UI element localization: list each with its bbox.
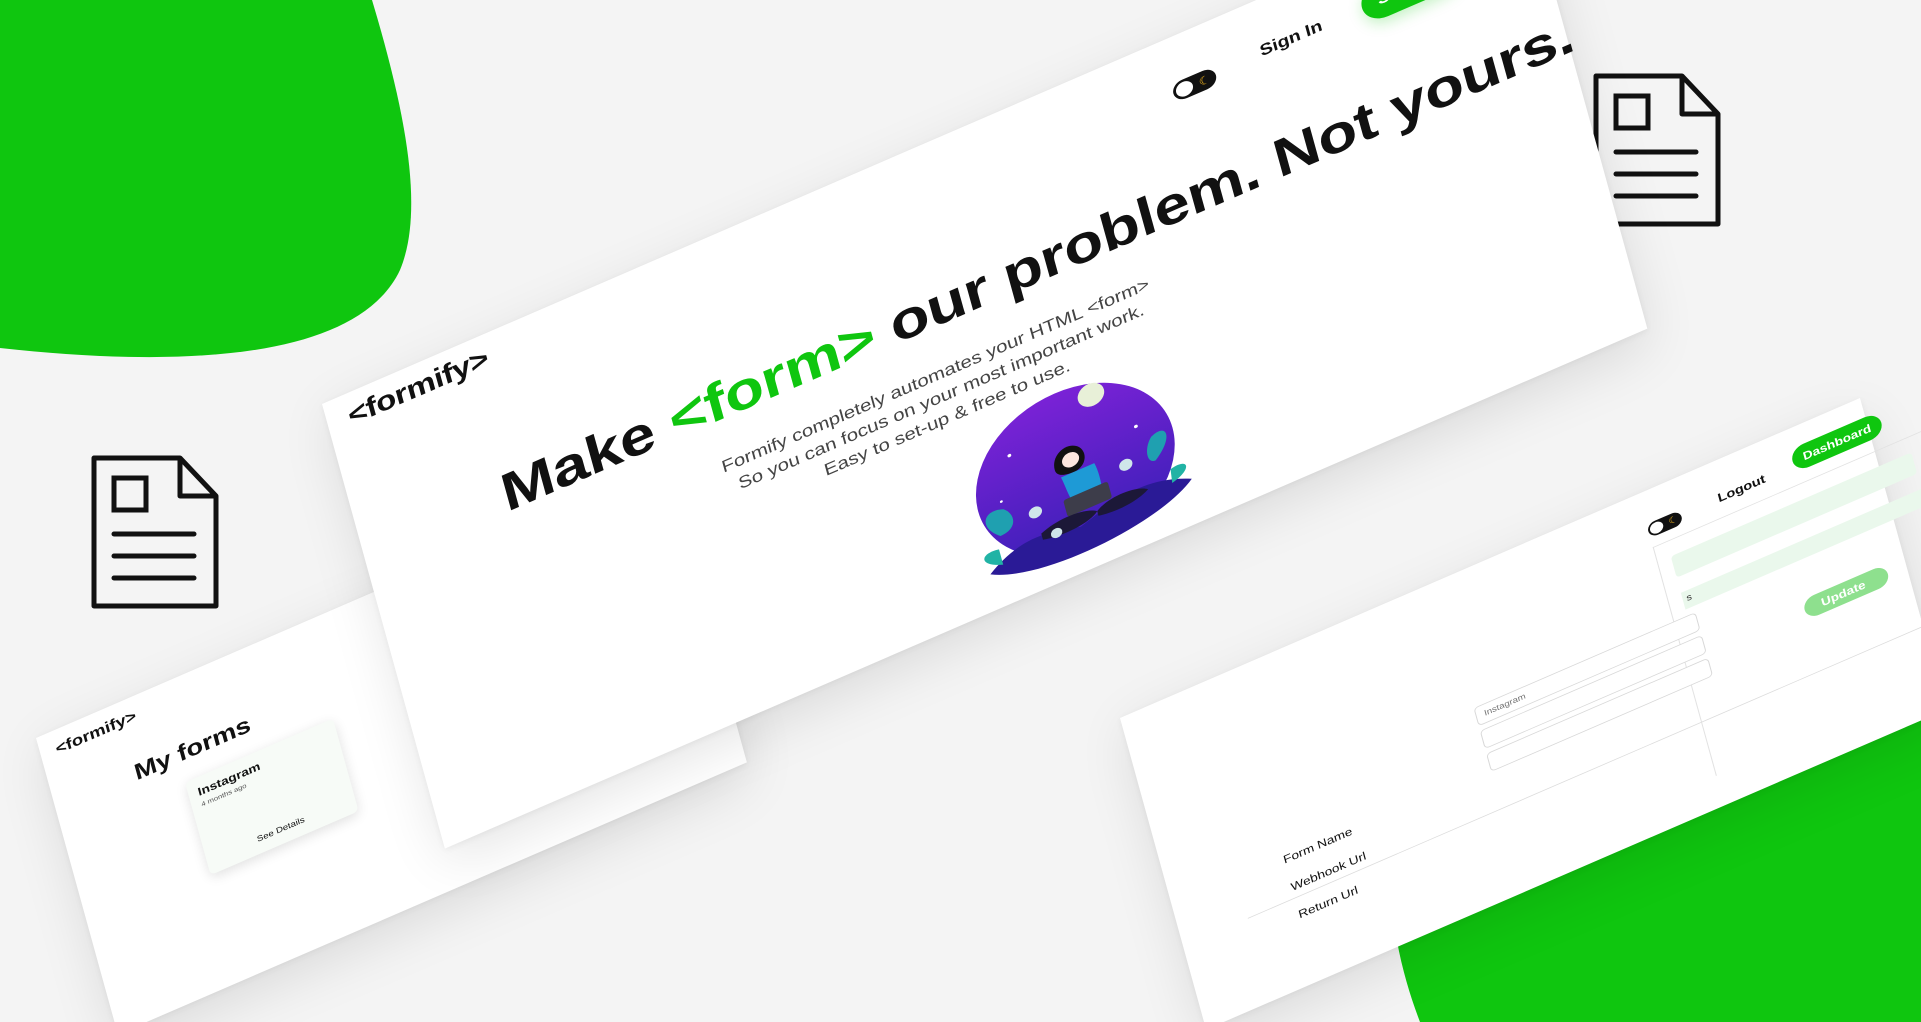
moon-icon: ☾	[1197, 71, 1213, 89]
green-blob-top-left	[0, 0, 412, 358]
theme-toggle[interactable]: ☾	[1170, 66, 1219, 103]
sign-in-link[interactable]: Sign In	[1258, 17, 1325, 61]
promo-stage: s ☾ Logout Dashboard Form Name Webhook U…	[0, 0, 1921, 1022]
headline-part2: our problem. Not yours.	[866, 3, 1580, 362]
settings-partial-text: s	[1685, 592, 1694, 604]
moon-icon: ☾	[1667, 513, 1680, 527]
theme-toggle[interactable]: ☾	[1646, 510, 1684, 539]
toggle-knob	[1174, 78, 1195, 100]
headline-part1: Make	[494, 393, 678, 523]
logo[interactable]: <formify>	[54, 708, 139, 759]
sign-up-button[interactable]: Sign Up	[1357, 0, 1465, 26]
toggle-knob	[1648, 519, 1665, 536]
document-icon	[91, 455, 219, 609]
see-details-link[interactable]: See Details	[206, 794, 356, 866]
return-url-label: Return Url	[1296, 883, 1360, 921]
